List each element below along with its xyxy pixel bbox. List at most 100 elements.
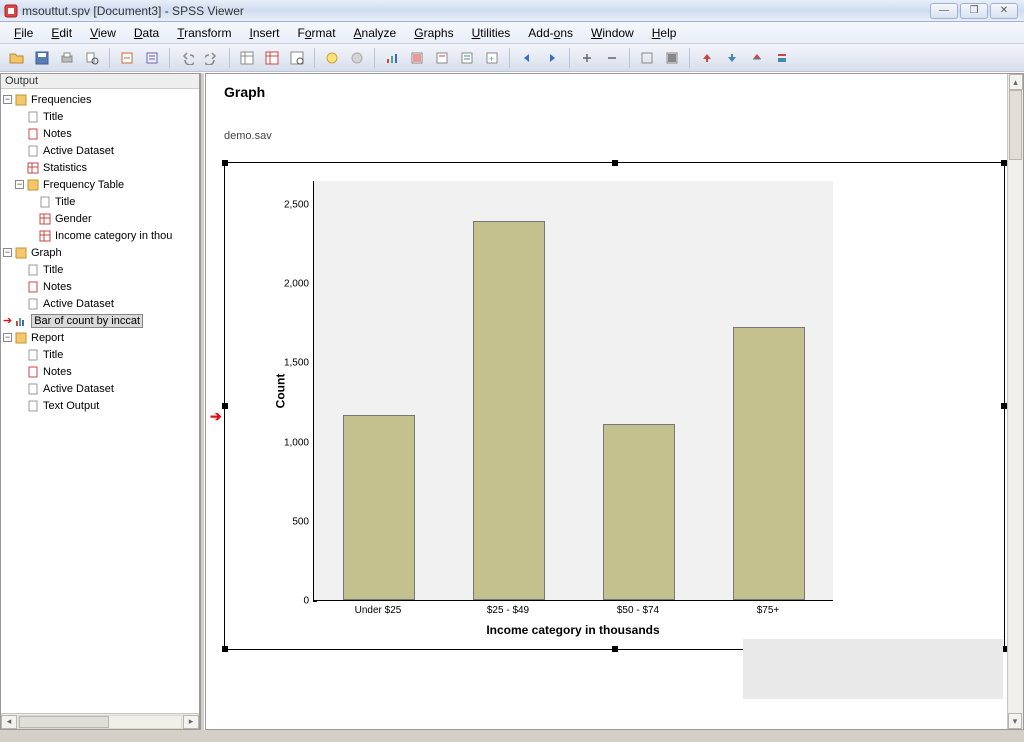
- menu-format[interactable]: Format: [290, 24, 344, 42]
- current-item-marker-icon: ➔: [210, 408, 222, 425]
- insert-title-button[interactable]: [431, 47, 453, 69]
- y-tick-label: 1,500: [284, 358, 309, 369]
- recall-dialog-button[interactable]: [141, 47, 163, 69]
- bar: [733, 327, 805, 600]
- undo-button[interactable]: [176, 47, 198, 69]
- svg-text:+: +: [489, 54, 494, 64]
- designate-window-button[interactable]: [346, 47, 368, 69]
- demote-button[interactable]: [721, 47, 743, 69]
- new-text-button[interactable]: +: [481, 47, 503, 69]
- export-button[interactable]: [116, 47, 138, 69]
- bar: [343, 415, 415, 600]
- tree-graph-title[interactable]: Title: [3, 261, 199, 278]
- promote-button[interactable]: [696, 47, 718, 69]
- tree-graph-notes[interactable]: Notes: [3, 278, 199, 295]
- tree-graph[interactable]: − Graph: [3, 244, 199, 261]
- sticky-button[interactable]: [746, 47, 768, 69]
- tree-ft-gender[interactable]: Gender: [3, 210, 199, 227]
- variables-button[interactable]: [286, 47, 308, 69]
- book-icon: [14, 332, 28, 344]
- goto-case-button[interactable]: [261, 47, 283, 69]
- tree-report-title[interactable]: Title: [3, 346, 199, 363]
- x-tick-label: $50 - $74: [617, 605, 659, 616]
- resize-handle-e[interactable]: [1001, 403, 1007, 409]
- chart-icon-button[interactable]: [381, 47, 403, 69]
- footer-patch: [743, 639, 1003, 699]
- resize-handle-s[interactable]: [612, 646, 618, 652]
- page-icon: [26, 400, 40, 412]
- notes-icon: [26, 366, 40, 378]
- content-vscrollbar[interactable]: ▴ ▾: [1007, 74, 1023, 729]
- resize-handle-n[interactable]: [612, 160, 618, 166]
- table-icon: [26, 162, 40, 174]
- insert-text-button[interactable]: [456, 47, 478, 69]
- tree-freq-title[interactable]: Title: [3, 108, 199, 125]
- chart-icon: [14, 315, 28, 327]
- tree-freq-stats[interactable]: Statistics: [3, 159, 199, 176]
- forward-button[interactable]: [541, 47, 563, 69]
- associate-button[interactable]: [771, 47, 793, 69]
- resize-handle-w[interactable]: [222, 403, 228, 409]
- collapse-button[interactable]: [601, 47, 623, 69]
- y-tick-label: 500: [292, 516, 309, 527]
- tree-freq-dataset[interactable]: Active Dataset: [3, 142, 199, 159]
- back-button[interactable]: [516, 47, 538, 69]
- show-button[interactable]: [636, 47, 658, 69]
- tree-graph-bar[interactable]: ➔ Bar of count by inccat: [3, 312, 199, 329]
- tree-report-text[interactable]: Text Output: [3, 397, 199, 414]
- tree-report-notes[interactable]: Notes: [3, 363, 199, 380]
- resize-handle-ne[interactable]: [1001, 160, 1007, 166]
- menu-utilities[interactable]: Utilities: [464, 24, 519, 42]
- maximize-button[interactable]: ❐: [960, 3, 988, 19]
- tree-graph-dataset[interactable]: Active Dataset: [3, 295, 199, 312]
- menu-file[interactable]: File: [6, 24, 41, 42]
- open-button[interactable]: [6, 47, 28, 69]
- scroll-right-icon[interactable]: ▸: [183, 715, 199, 729]
- resize-handle-sw[interactable]: [222, 646, 228, 652]
- menu-graphs[interactable]: Graphs: [406, 24, 461, 42]
- scroll-left-icon[interactable]: ◂: [1, 715, 17, 729]
- minimize-button[interactable]: —: [930, 3, 958, 19]
- outline-title: Output: [1, 74, 199, 89]
- scroll-up-icon[interactable]: ▴: [1009, 74, 1023, 90]
- menu-analyze[interactable]: Analyze: [346, 24, 405, 42]
- resize-handle-nw[interactable]: [222, 160, 228, 166]
- print-preview-button[interactable]: [81, 47, 103, 69]
- outline-pane[interactable]: Output − Frequencies Title Notes: [0, 73, 200, 730]
- window-controls: — ❐ ✕: [930, 3, 1018, 19]
- content-pane[interactable]: ▴ ▾ Graph demo.sav ➔ Count: [205, 73, 1024, 730]
- close-button[interactable]: ✕: [990, 3, 1018, 19]
- tree-ft-income[interactable]: Income category in thou: [3, 227, 199, 244]
- insert-heading-button[interactable]: [406, 47, 428, 69]
- select-last-output-button[interactable]: [321, 47, 343, 69]
- menu-data[interactable]: Data: [126, 24, 167, 42]
- page-icon: [26, 298, 40, 310]
- goto-data-button[interactable]: [236, 47, 258, 69]
- hide-button[interactable]: [661, 47, 683, 69]
- scroll-down-icon[interactable]: ▾: [1008, 713, 1022, 729]
- redo-button[interactable]: [201, 47, 223, 69]
- menu-help[interactable]: Help: [644, 24, 685, 42]
- expand-button[interactable]: [576, 47, 598, 69]
- menu-window[interactable]: Window: [583, 24, 642, 42]
- print-button[interactable]: [56, 47, 78, 69]
- save-button[interactable]: [31, 47, 53, 69]
- window-title: msouttut.spv [Document3] - SPSS Viewer: [22, 4, 930, 18]
- tree-freq-notes[interactable]: Notes: [3, 125, 199, 142]
- tree-report[interactable]: − Report: [3, 329, 199, 346]
- menu-addons[interactable]: Add-ons: [520, 24, 581, 42]
- tree-report-dataset[interactable]: Active Dataset: [3, 380, 199, 397]
- menu-view[interactable]: View: [82, 24, 124, 42]
- menu-insert[interactable]: Insert: [241, 24, 287, 42]
- page-icon: [26, 145, 40, 157]
- tree-ft-title[interactable]: Title: [3, 193, 199, 210]
- bar: [603, 424, 675, 600]
- tree-output[interactable]: − Frequencies: [3, 91, 199, 108]
- outline-hscrollbar[interactable]: ◂ ▸: [1, 713, 199, 729]
- menu-transform[interactable]: Transform: [169, 24, 239, 42]
- tree-freq-table[interactable]: − Frequency Table: [3, 176, 199, 193]
- menu-edit[interactable]: Edit: [43, 24, 80, 42]
- bar-chart[interactable]: Count 05001,0001,5002,0002,500 Under $25…: [233, 171, 853, 641]
- graph-heading: Graph: [224, 84, 1005, 100]
- chart-selection-frame[interactable]: ➔ Count 05001,0001,5002,0002,500 Under $…: [224, 162, 1005, 650]
